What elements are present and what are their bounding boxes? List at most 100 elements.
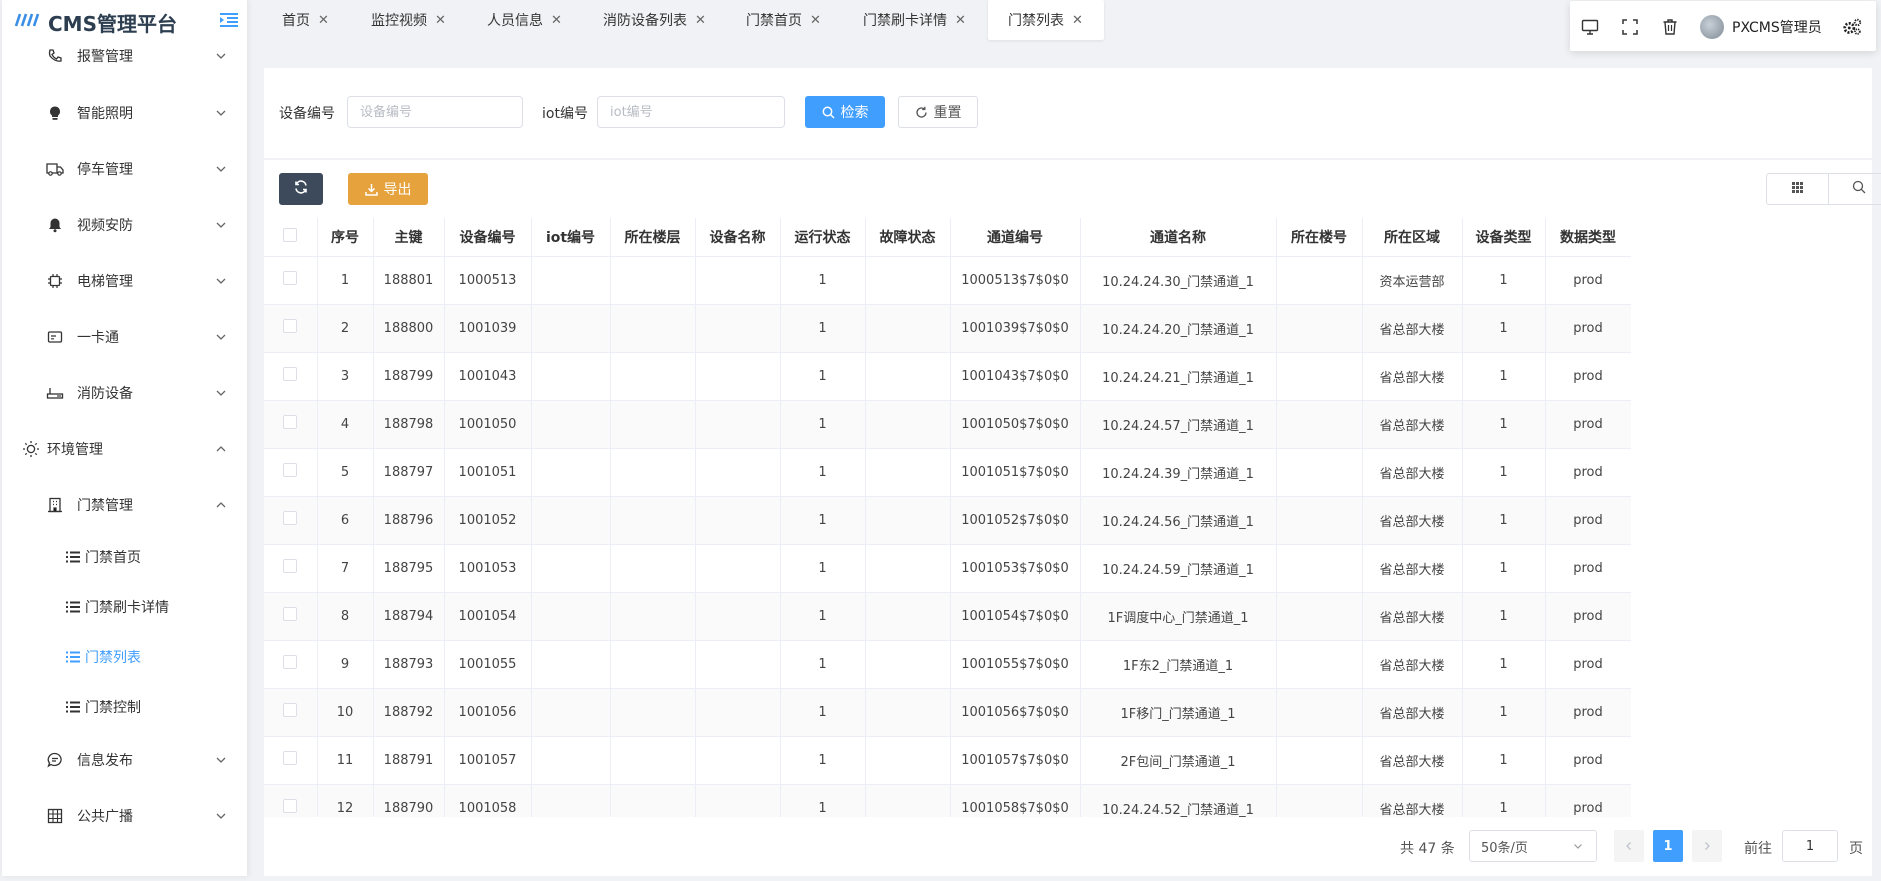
table-row[interactable]: 10 188792 1001056 1 1001056$7$0$0 1F移门_门禁通道_1… bbox=[264, 688, 1631, 737]
table-row[interactable]: 8 188794 1001054 1 1001054$7$0$0 1F调度中心_门禁通道_… bbox=[264, 592, 1631, 641]
row-select-cell[interactable] bbox=[264, 640, 318, 689]
column-header[interactable]: 所在区域 bbox=[1362, 218, 1463, 257]
settings-icon[interactable] bbox=[1842, 17, 1862, 37]
next-page-button[interactable] bbox=[1692, 830, 1722, 862]
row-checkbox[interactable] bbox=[283, 751, 298, 765]
column-header[interactable]: 运行状态 bbox=[780, 218, 866, 257]
prev-page-button[interactable] bbox=[1614, 830, 1644, 862]
row-select-cell[interactable] bbox=[264, 688, 318, 737]
page-number-button[interactable]: 1 bbox=[1653, 830, 1683, 862]
sidebar-item-video-security[interactable]: 视频安防 bbox=[2, 205, 247, 245]
table-row[interactable]: 9 188793 1001055 1 1001055$7$0$0 1F东2_门禁通道_1 省… bbox=[264, 640, 1631, 689]
tab-fire-equipment-list[interactable]: 消防设备列表 ✕ bbox=[587, 0, 706, 40]
reset-button[interactable]: 重置 bbox=[898, 96, 978, 128]
monitor-icon[interactable] bbox=[1580, 17, 1600, 37]
column-header[interactable]: iot编号 bbox=[531, 218, 611, 257]
row-checkbox[interactable] bbox=[283, 607, 298, 621]
user-name[interactable]: PXCMS管理员 bbox=[1732, 17, 1822, 37]
column-header[interactable]: 序号 bbox=[317, 218, 374, 257]
row-select-cell[interactable] bbox=[264, 448, 318, 497]
column-header[interactable]: 设备编号 bbox=[444, 218, 532, 257]
table-row[interactable]: 3 188799 1001043 1 1001043$7$0$0 10.24.24.21_… bbox=[264, 352, 1631, 401]
table-row[interactable]: 6 188796 1001052 1 1001052$7$0$0 10.24.24.56_… bbox=[264, 496, 1631, 545]
sidebar-item-broadcast[interactable]: 公共广播 bbox=[2, 796, 247, 836]
table-row[interactable]: 5 188797 1001051 1 1001051$7$0$0 10.24.24.39_… bbox=[264, 448, 1631, 497]
sidebar-item-access-control-panel[interactable]: 门禁控制 bbox=[2, 687, 247, 727]
sidebar-item-card[interactable]: 一卡通 bbox=[2, 317, 247, 357]
refresh-button[interactable] bbox=[279, 173, 323, 205]
sidebar-item-parking[interactable]: 停车管理 bbox=[2, 149, 247, 189]
trash-icon[interactable] bbox=[1660, 17, 1680, 37]
table-row[interactable]: 7 188795 1001053 1 1001053$7$0$0 10.24.24.59_… bbox=[264, 544, 1631, 593]
row-checkbox[interactable] bbox=[283, 367, 298, 381]
column-header[interactable]: 主键 bbox=[373, 218, 445, 257]
sidebar-item-access-control[interactable]: 门禁管理 bbox=[2, 485, 247, 525]
close-icon[interactable]: ✕ bbox=[551, 13, 562, 28]
row-checkbox[interactable] bbox=[283, 655, 298, 669]
column-header[interactable]: 数据类型 bbox=[1545, 218, 1631, 257]
tab-monitor-video[interactable]: 监控视频 ✕ bbox=[355, 0, 446, 40]
sidebar-item-access-list[interactable]: 门禁列表 bbox=[2, 637, 247, 677]
row-select-cell[interactable] bbox=[264, 256, 318, 305]
row-select-cell[interactable] bbox=[264, 400, 318, 449]
tab-personnel[interactable]: 人员信息 ✕ bbox=[471, 0, 562, 40]
search-button[interactable]: 检索 bbox=[805, 96, 885, 128]
column-header[interactable]: 通道编号 bbox=[950, 218, 1081, 257]
page-size-select[interactable]: 50条/页 bbox=[1469, 830, 1597, 862]
sidebar-item-alarm[interactable]: 报警管理 bbox=[2, 36, 247, 76]
close-icon[interactable]: ✕ bbox=[955, 13, 966, 28]
row-select-cell[interactable] bbox=[264, 592, 318, 641]
row-select-cell[interactable] bbox=[264, 352, 318, 401]
sidebar-item-fire-equipment[interactable]: 消防设备 bbox=[2, 373, 247, 413]
row-checkbox[interactable] bbox=[283, 319, 298, 333]
menu-collapse-icon[interactable] bbox=[219, 12, 239, 28]
sidebar-item-access-swipe-detail[interactable]: 门禁刷卡详情 bbox=[2, 587, 247, 627]
close-icon[interactable]: ✕ bbox=[435, 13, 446, 28]
sidebar-item-lighting[interactable]: 智能照明 bbox=[2, 93, 247, 133]
column-header[interactable]: 所在楼号 bbox=[1276, 218, 1363, 257]
row-checkbox[interactable] bbox=[283, 463, 298, 477]
close-icon[interactable]: ✕ bbox=[1072, 13, 1083, 28]
close-icon[interactable]: ✕ bbox=[695, 13, 706, 28]
fullscreen-icon[interactable] bbox=[1620, 17, 1640, 37]
close-icon[interactable]: ✕ bbox=[810, 13, 821, 28]
column-header[interactable]: 所在楼层 bbox=[610, 218, 696, 257]
column-header[interactable]: 通道名称 bbox=[1080, 218, 1277, 257]
close-icon[interactable]: ✕ bbox=[318, 13, 329, 28]
row-select-cell[interactable] bbox=[264, 304, 318, 353]
select-all-checkbox[interactable] bbox=[283, 227, 298, 242]
table-row[interactable]: 1 188801 1000513 1 1000513$7$0$0 10.24.24.30_… bbox=[264, 256, 1631, 305]
row-select-cell[interactable] bbox=[264, 784, 318, 817]
export-button[interactable]: 导出 bbox=[348, 173, 428, 205]
row-select-cell[interactable] bbox=[264, 736, 318, 785]
columns-button[interactable] bbox=[1767, 174, 1828, 204]
tab-access-home[interactable]: 门禁首页 ✕ bbox=[730, 0, 821, 40]
column-header[interactable]: 故障状态 bbox=[865, 218, 951, 257]
select-all-cell[interactable] bbox=[264, 218, 318, 257]
device-code-input[interactable] bbox=[347, 96, 523, 128]
row-checkbox[interactable] bbox=[283, 703, 298, 717]
sidebar-item-environment[interactable]: 环境管理 bbox=[2, 429, 247, 469]
row-checkbox[interactable] bbox=[283, 559, 298, 573]
goto-page-input[interactable] bbox=[1782, 830, 1838, 862]
sidebar-item-access-home[interactable]: 门禁首页 bbox=[2, 537, 247, 577]
avatar[interactable] bbox=[1700, 15, 1724, 39]
row-select-cell[interactable] bbox=[264, 496, 318, 545]
table-row[interactable]: 4 188798 1001050 1 1001050$7$0$0 10.24.24.57_… bbox=[264, 400, 1631, 449]
iot-code-input[interactable] bbox=[597, 96, 785, 128]
row-checkbox[interactable] bbox=[283, 271, 298, 285]
row-select-cell[interactable] bbox=[264, 544, 318, 593]
tab-access-list[interactable]: 门禁列表 ✕ bbox=[988, 0, 1104, 40]
table-row[interactable]: 2 188800 1001039 1 1001039$7$0$0 10.24.24.20_… bbox=[264, 304, 1631, 353]
tab-home[interactable]: 首页 ✕ bbox=[266, 0, 329, 40]
sidebar-item-elevator[interactable]: 电梯管理 bbox=[2, 261, 247, 301]
logo[interactable]: CMS管理平台 bbox=[14, 8, 177, 36]
row-checkbox[interactable] bbox=[283, 799, 298, 813]
sidebar-item-info-publish[interactable]: 信息发布 bbox=[2, 740, 247, 780]
tab-access-swipe-detail[interactable]: 门禁刷卡详情 ✕ bbox=[847, 0, 966, 40]
row-checkbox[interactable] bbox=[283, 415, 298, 429]
table-row[interactable]: 11 188791 1001057 1 1001057$7$0$0 2F包间_门禁通道_1… bbox=[264, 736, 1631, 785]
row-checkbox[interactable] bbox=[283, 511, 298, 525]
column-header[interactable]: 设备名称 bbox=[695, 218, 781, 257]
toggle-search-button[interactable] bbox=[1827, 174, 1881, 204]
